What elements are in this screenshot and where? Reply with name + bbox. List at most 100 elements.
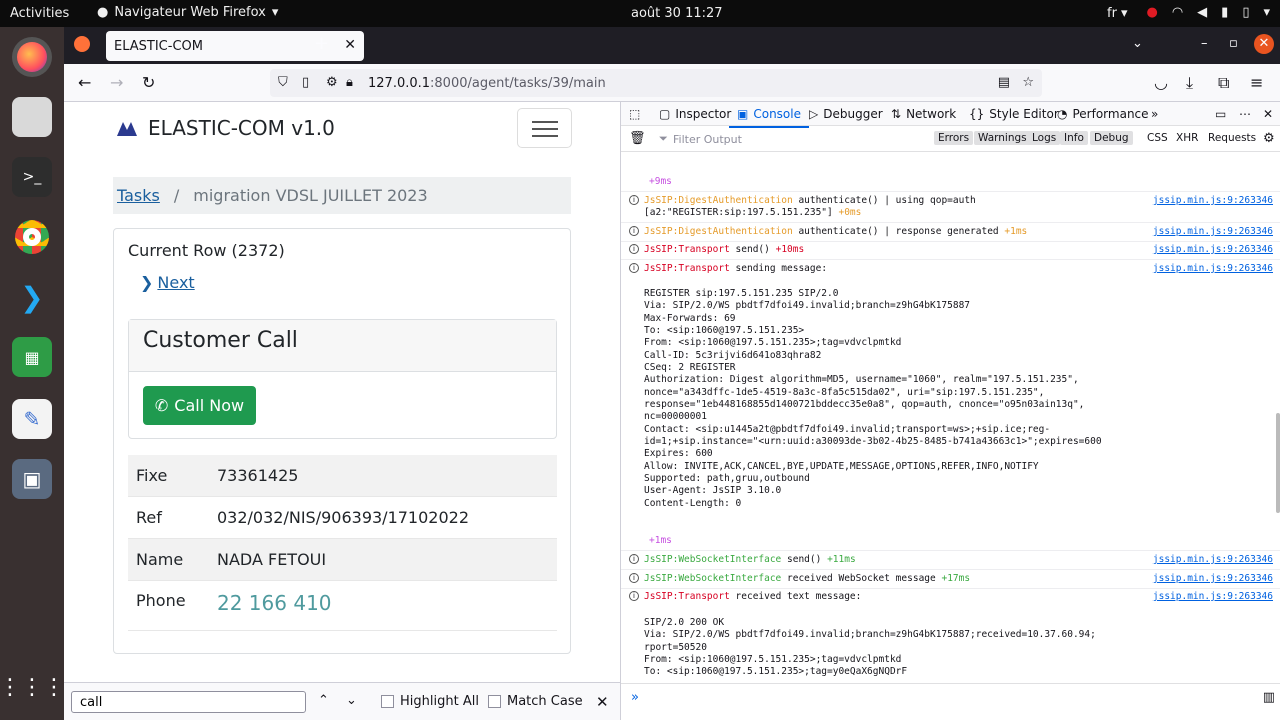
dock-side-icon[interactable]: ▭: [1215, 107, 1226, 121]
filter-output-input[interactable]: Filter Output: [673, 133, 742, 146]
customer-info-table: Fixe 73361425 Ref 032/032/NIS/906393/17102…: [128, 455, 557, 631]
console-scrollbar[interactable]: [1276, 413, 1280, 513]
next-link[interactable]: ❯ Next: [140, 273, 195, 292]
permissions-icon[interactable]: ⚙: [326, 75, 338, 90]
source-link[interactable]: jssip.min.js:9:263346: [1153, 573, 1273, 584]
table-row: Ref 032/032/NIS/906393/17102022: [128, 497, 557, 539]
pocket-icon[interactable]: ◡: [1154, 73, 1168, 92]
extensions-icon[interactable]: ⧉: [1218, 73, 1229, 93]
url-host: 127.0.0.1: [368, 75, 431, 91]
tab-network[interactable]: ⇅ Network: [891, 107, 956, 121]
filter-debug[interactable]: Debug: [1090, 131, 1133, 145]
downloads-icon[interactable]: ⤓: [1186, 73, 1193, 93]
forward-button[interactable]: →: [110, 73, 123, 92]
url-bar[interactable]: ⛉ ▯ ⚙ 🔒︎ 127.0.0.1:8000/agent/tasks/39/m…: [270, 69, 1042, 97]
info-icon: i: [629, 244, 639, 254]
sip-request-line: User-Agent: JsSIP 3.10.0: [644, 485, 782, 496]
shield-icon[interactable]: ⛉: [278, 75, 288, 90]
back-button[interactable]: ←: [78, 73, 91, 92]
record-icon[interactable]: ●: [1146, 5, 1157, 20]
match-case-checkbox[interactable]: Match Case: [488, 694, 583, 709]
tab-performance[interactable]: ◔ Performance: [1057, 107, 1149, 121]
app-name: Navigateur Web Firefox: [114, 5, 266, 20]
close-devtools-icon[interactable]: ✕: [1263, 107, 1273, 121]
reader-view-icon[interactable]: ▤: [998, 75, 1010, 90]
activities-button[interactable]: Activities: [10, 6, 69, 21]
sip-request-line: nonce="a343dffc-1de5-4519-8a3c-8fa5c515d…: [644, 387, 1045, 398]
phone-link[interactable]: 22 166 410: [217, 591, 557, 615]
chevron-right-icon: ❯: [140, 273, 154, 292]
row-value: 73361425: [217, 466, 299, 485]
new-tab-button[interactable]: +: [314, 33, 329, 54]
tab-inspector[interactable]: ▢ Inspector: [659, 107, 731, 121]
console-settings-icon[interactable]: ⚙: [1263, 131, 1275, 146]
page-icon: ▯: [302, 75, 310, 90]
close-findbar-icon[interactable]: ✕: [596, 693, 609, 711]
language-indicator[interactable]: fr ▾: [1107, 6, 1128, 21]
call-now-button[interactable]: ✆ Call Now: [143, 386, 256, 425]
performance-icon: ◔: [1057, 107, 1068, 121]
element-picker-icon[interactable]: ⬚: [629, 107, 640, 121]
navbar-toggle-button[interactable]: [517, 108, 572, 148]
devtools-menu-icon[interactable]: ⋯: [1239, 107, 1251, 121]
source-link[interactable]: jssip.min.js:9:263346: [1153, 244, 1273, 255]
log-line: JsSIP:WebSocketInterface send() +11ms: [644, 554, 856, 565]
source-link[interactable]: jssip.min.js:9:263346: [1153, 263, 1273, 274]
firefox-view-icon[interactable]: [74, 36, 90, 52]
filter-logs[interactable]: Logs: [1028, 131, 1061, 145]
tab-style-editor[interactable]: {} Style Editor: [969, 107, 1059, 121]
log-line: JsSIP:Transport received text message:: [644, 591, 862, 602]
filter-errors[interactable]: Errors: [934, 131, 974, 145]
find-input[interactable]: [71, 691, 306, 713]
reload-button[interactable]: ↻: [142, 73, 155, 92]
sip-request-line: To: <sip:1060@197.5.151.235>: [644, 325, 805, 336]
table-row: Phone 22 166 410: [128, 581, 557, 631]
clear-console-icon[interactable]: 🗑︎: [629, 131, 646, 146]
source-link[interactable]: jssip.min.js:9:263346: [1153, 554, 1273, 565]
firefox-dock-icon[interactable]: [12, 37, 52, 77]
filter-warnings[interactable]: Warnings: [974, 131, 1031, 145]
highlight-all-checkbox[interactable]: Highlight All: [381, 694, 479, 709]
tab-console[interactable]: ▣ Console: [729, 107, 809, 128]
spreadsheet-dock-icon[interactable]: ▦: [12, 337, 52, 377]
filter-requests[interactable]: Requests: [1204, 131, 1260, 145]
source-link[interactable]: jssip.min.js:9:263346: [1153, 195, 1273, 206]
chrome-dock-icon[interactable]: [12, 217, 52, 257]
split-console-icon[interactable]: ▥: [1263, 690, 1275, 705]
text-editor-dock-icon[interactable]: ✎: [12, 399, 52, 439]
close-tab-icon[interactable]: ✕: [344, 37, 356, 53]
console-input[interactable]: » ▥: [621, 683, 1280, 720]
clock[interactable]: août 30 11:27: [631, 6, 723, 21]
sip-request-line: Via: SIP/2.0/WS pbdtf7dfoi49.invalid;bra…: [644, 300, 971, 311]
find-next-icon[interactable]: ⌄: [346, 693, 357, 708]
debugger-icon: ▷: [809, 107, 819, 121]
system-tray[interactable]: ● ◠ ◀ ▮ ▯ ▾: [1146, 5, 1270, 20]
source-link[interactable]: jssip.min.js:9:263346: [1153, 226, 1273, 237]
info-icon: i: [629, 573, 639, 583]
vscode-dock-icon[interactable]: ❯: [12, 277, 52, 317]
firefox-icon: ●: [97, 5, 109, 20]
list-tabs-icon[interactable]: ⌄: [1132, 36, 1143, 51]
files-dock-icon[interactable]: [12, 97, 52, 137]
elastic-logo-icon: [117, 122, 137, 136]
tab-bar: ELASTIC-COM ✕ + ⌄ – ▫ ✕: [64, 27, 1280, 64]
close-window-button[interactable]: ✕: [1254, 34, 1274, 54]
filter-css[interactable]: CSS: [1143, 131, 1172, 145]
filter-info[interactable]: Info: [1060, 131, 1088, 145]
show-apps-icon[interactable]: ⋮⋮⋮: [0, 667, 65, 707]
minimize-button[interactable]: –: [1201, 36, 1208, 51]
bookmark-star-icon[interactable]: ☆: [1022, 75, 1034, 90]
tab-debugger[interactable]: ▷ Debugger: [809, 107, 883, 121]
breadcrumb-link-tasks[interactable]: Tasks: [117, 186, 160, 205]
source-link[interactable]: jssip.min.js:9:263346: [1153, 591, 1273, 602]
screenshot-dock-icon[interactable]: ▣: [12, 459, 52, 499]
terminal-dock-icon[interactable]: >_: [12, 157, 52, 197]
navbar-brand[interactable]: ELASTIC-COM v1.0: [116, 116, 335, 140]
maximize-button[interactable]: ▫: [1229, 36, 1238, 51]
more-tabs-icon[interactable]: »: [1151, 107, 1158, 121]
menu-icon[interactable]: ≡: [1250, 73, 1263, 92]
filter-xhr[interactable]: XHR: [1172, 131, 1202, 145]
app-menu[interactable]: ● Navigateur Web Firefox ▾: [97, 5, 278, 20]
find-previous-icon[interactable]: ⌃: [318, 693, 329, 708]
filter-icon: ⏷: [659, 132, 668, 145]
